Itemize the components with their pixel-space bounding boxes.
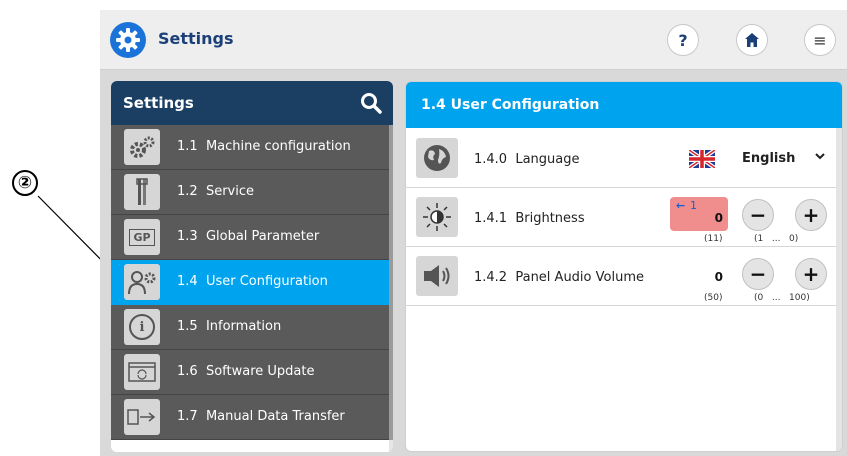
brightness-decrease-button[interactable]: − [742, 199, 774, 231]
sidebar-item-manual-data-transfer[interactable]: 1.7 Manual Data Transfer [111, 395, 389, 440]
brightness-label: 1.4.1 Brightness [474, 211, 585, 226]
brightness-previous-value: 1 [690, 199, 697, 212]
panel-scrollbar[interactable] [836, 128, 842, 451]
undo-arrow-icon[interactable]: ← [676, 199, 685, 212]
speaker-icon [416, 256, 458, 296]
volume-value-box[interactable]: 0 [670, 256, 728, 290]
language-label: 1.4.0 Language [474, 152, 580, 167]
minus-icon: − [749, 203, 767, 227]
volume-value: 0 [714, 270, 723, 284]
help-icon: ? [678, 30, 688, 50]
brightness-range: (1 ... 0) [754, 234, 799, 244]
sidebar-item-global-parameter[interactable]: GP 1.3 Global Parameter [111, 215, 389, 260]
globe-icon [416, 138, 458, 178]
home-button[interactable] [736, 24, 768, 56]
sidebar-scrollbar[interactable] [389, 125, 393, 452]
sidebar-item-label: 1.5 Information [177, 319, 282, 334]
brightness-increase-button[interactable]: + [795, 199, 827, 231]
top-bar: Settings ? ≡ [100, 10, 847, 70]
volume-decrease-button[interactable]: − [742, 258, 774, 290]
sidebar-nav: 1.1 Machine configuration 1.2 Service GP… [111, 125, 389, 440]
user-gear-icon [124, 264, 160, 300]
volume-increase-button[interactable]: + [795, 258, 827, 290]
gp-icon: GP [124, 219, 160, 255]
callout-number: ② [12, 170, 38, 196]
sidebar-item-user-configuration[interactable]: 1.4 User Configuration [111, 260, 389, 305]
user-configuration-panel: 1.4 User Configuration 1.4.0 Language En… [405, 81, 843, 452]
app-window: Settings ? ≡ Settings 1.1 Machine config… [100, 10, 847, 456]
sidebar-item-label: 1.2 Service [177, 184, 254, 199]
sidebar-item-machine-configuration[interactable]: 1.1 Machine configuration [111, 125, 389, 170]
info-icon: i [124, 309, 160, 345]
search-icon[interactable] [359, 91, 383, 115]
sidebar-item-label: 1.7 Manual Data Transfer [177, 409, 345, 424]
volume-default: (50) [704, 293, 723, 303]
volume-row: 1.4.2 Panel Audio Volume 0 (50) − + (0 .… [406, 248, 836, 306]
settings-gear-icon[interactable] [110, 22, 146, 58]
help-button[interactable]: ? [667, 24, 699, 56]
tools-icon [124, 174, 160, 210]
sidebar-title: Settings [123, 94, 194, 112]
settings-sidebar: Settings 1.1 Machine configuration 1.2 S… [111, 81, 393, 452]
sidebar-item-label: 1.3 Global Parameter [177, 229, 320, 244]
software-update-icon [124, 354, 160, 390]
sidebar-scrollbar-thumb[interactable] [389, 125, 393, 440]
panel-header: 1.4 User Configuration [406, 82, 842, 128]
sun-icon [416, 197, 458, 237]
data-transfer-icon [124, 399, 160, 435]
plus-icon: + [802, 203, 820, 227]
home-icon [745, 33, 759, 47]
volume-range: (0 ... 100) [754, 293, 810, 303]
sidebar-item-label: 1.1 Machine configuration [177, 139, 351, 154]
brightness-row: 1.4.1 Brightness ← 1 0 (11) − + (1 ... 0… [406, 189, 836, 247]
chevron-down-icon[interactable] [814, 150, 826, 166]
volume-label: 1.4.2 Panel Audio Volume [474, 270, 644, 285]
hamburger-menu-icon: ≡ [813, 30, 827, 50]
plus-icon: + [802, 262, 820, 286]
menu-button[interactable]: ≡ [804, 24, 836, 56]
sidebar-item-service[interactable]: 1.2 Service [111, 170, 389, 215]
panel-title: 1.4 User Configuration [421, 97, 600, 113]
sidebar-item-label: 1.4 User Configuration [177, 274, 328, 289]
sidebar-header: Settings [111, 81, 393, 125]
language-value[interactable]: English [742, 151, 795, 166]
uk-flag-icon [689, 150, 715, 168]
brightness-value: 0 [714, 211, 723, 225]
brightness-value-box[interactable]: ← 1 0 [670, 197, 728, 231]
gears-icon [124, 129, 160, 165]
sidebar-item-software-update[interactable]: 1.6 Software Update [111, 350, 389, 395]
sidebar-item-label: 1.6 Software Update [177, 364, 315, 379]
app-title: Settings [158, 29, 234, 48]
sidebar-item-information[interactable]: i 1.5 Information [111, 305, 389, 350]
language-row[interactable]: 1.4.0 Language English [406, 130, 836, 188]
brightness-default: (11) [704, 234, 723, 244]
minus-icon: − [749, 262, 767, 286]
